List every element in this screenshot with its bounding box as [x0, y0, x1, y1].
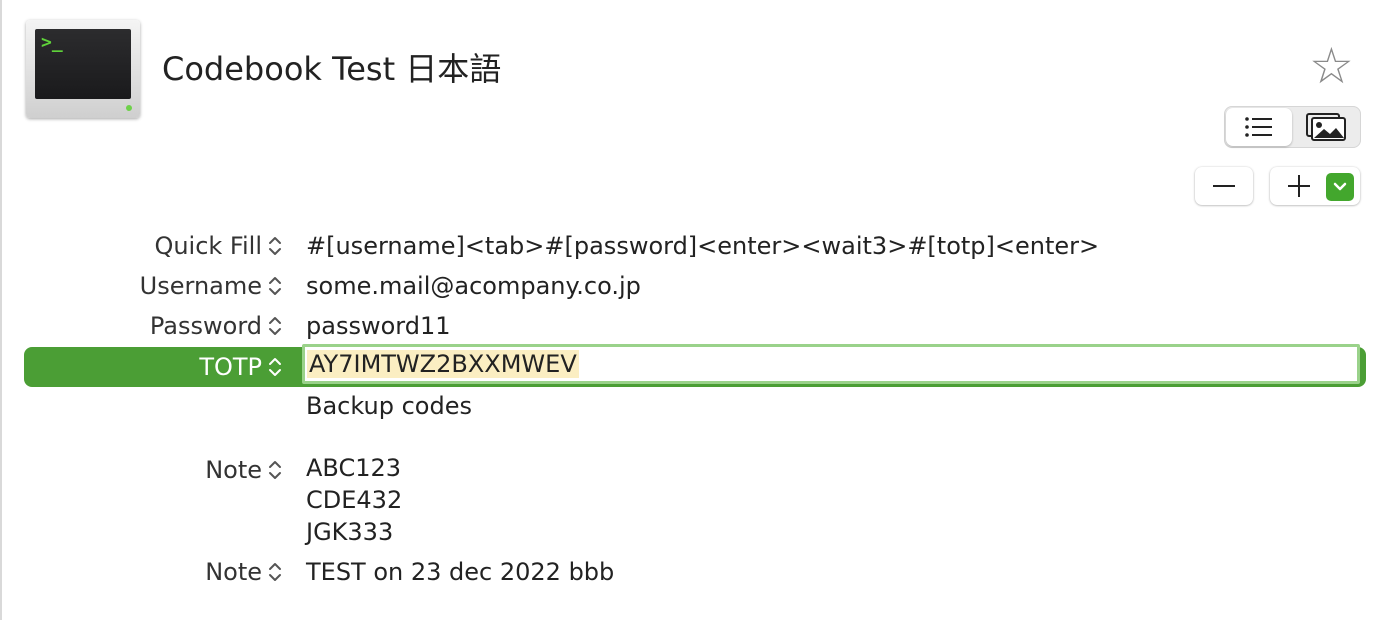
field-value-password[interactable]: password11 [306, 312, 450, 340]
remove-field-button[interactable] [1195, 167, 1253, 205]
up-down-chevron-icon [269, 317, 281, 335]
up-down-chevron-icon [269, 461, 281, 479]
entry-terminal-icon[interactable]: >_ [26, 20, 140, 118]
plus-icon [1288, 175, 1310, 197]
terminal-prompt-text: >_ [41, 32, 63, 53]
field-label-password[interactable]: Password [150, 312, 282, 340]
view-mode-switcher [1224, 106, 1361, 148]
field-value-username[interactable]: some.mail@acompany.co.jp [306, 272, 641, 300]
add-field-menu-button[interactable] [1326, 173, 1354, 201]
field-label-text: Note [205, 558, 262, 586]
field-label-note[interactable]: Note [205, 456, 282, 484]
list-icon [1245, 117, 1272, 137]
field-value-quick-fill[interactable]: #[username]<tab>#[password]<enter><wait3… [306, 232, 1099, 260]
entry-title[interactable]: Codebook Test 日本語 [162, 44, 501, 90]
field-label-quick-fill[interactable]: Quick Fill [154, 232, 282, 260]
field-label-text: Username [139, 272, 262, 300]
field-value-backup-codes[interactable]: Backup codes [306, 392, 472, 420]
gallery-view-button[interactable] [1293, 108, 1359, 146]
star-outline-icon[interactable]: ☆ [1309, 38, 1354, 94]
field-row-note-test[interactable]: Note TEST on 23 dec 2022 bbb [2, 552, 1380, 590]
field-row-note-codes[interactable]: Note ABC123 CDE432 JGK333 [2, 450, 1380, 550]
field-label-text: TOTP [199, 353, 262, 381]
note-line: CDE432 [306, 486, 403, 514]
field-value-note-test[interactable]: TEST on 23 dec 2022 bbb [306, 558, 614, 586]
add-field-button[interactable] [1270, 167, 1360, 205]
field-row-totp-selected[interactable]: TOTP AY7IMTWZ2BXXMWEV [24, 344, 1366, 387]
totp-value-selected-text[interactable]: AY7IMTWZ2BXXMWEV [307, 350, 579, 378]
up-down-chevron-icon [269, 358, 281, 376]
note-line: ABC123 [306, 454, 402, 482]
field-row-section-backup-codes[interactable]: Backup codes [2, 386, 1380, 424]
note-line: JGK333 [306, 518, 394, 546]
up-down-chevron-icon [269, 237, 281, 255]
field-row-quick-fill[interactable]: Quick Fill #[username]<tab>#[password]<e… [2, 226, 1380, 264]
field-row-password[interactable]: Password password11 [2, 306, 1380, 344]
field-label-text: Quick Fill [154, 232, 262, 260]
field-value-note-codes[interactable]: ABC123 CDE432 JGK333 [306, 452, 402, 548]
field-label-text: Note [205, 456, 262, 484]
up-down-chevron-icon [269, 563, 281, 581]
up-down-chevron-icon [269, 277, 281, 295]
entry-detail-pane: >_ Codebook Test 日本語 ☆ Quick Fill #[user… [0, 0, 1380, 620]
terminal-screen: >_ [35, 29, 131, 99]
totp-edit-field[interactable]: AY7IMTWZ2BXXMWEV [302, 344, 1360, 384]
terminal-led [126, 105, 132, 111]
chevron-down-icon [1333, 182, 1347, 191]
field-label-totp[interactable]: TOTP [24, 353, 282, 381]
list-view-button[interactable] [1226, 108, 1292, 146]
field-label-username[interactable]: Username [140, 272, 282, 300]
field-label-text: Password [149, 312, 262, 340]
minus-icon [1213, 185, 1235, 187]
field-row-username[interactable]: Username some.mail@acompany.co.jp [2, 266, 1380, 304]
field-label-note[interactable]: Note [205, 558, 282, 586]
gallery-icon [1306, 113, 1346, 141]
